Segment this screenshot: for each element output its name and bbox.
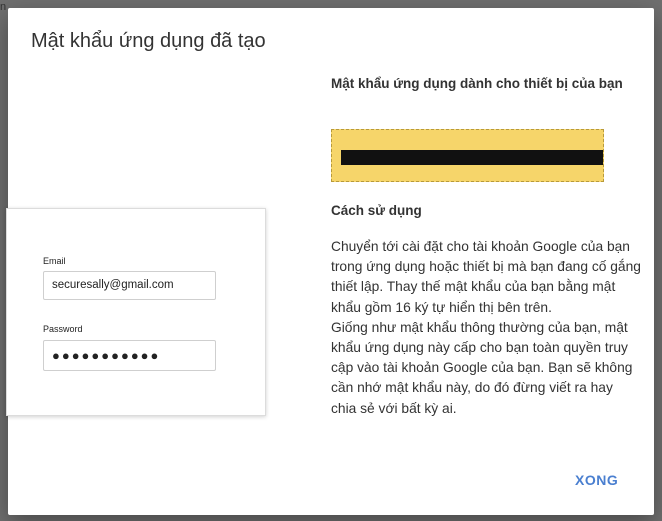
done-button[interactable]: XONG [569,468,624,492]
password-field: ●●●●●●●●●●● [43,340,216,371]
device-password-heading: Mật khẩu ứng dụng dành cho thiết bị của … [331,76,623,91]
email-field: securesally@gmail.com [43,271,216,300]
instructions-paragraph-2: Giống như mật khẩu thông thường của bạn,… [331,319,633,416]
device-password-section: Mật khẩu ứng dụng dành cho thiết bị của … [331,74,631,94]
instructions-paragraph-1: Chuyển tới cài đặt cho tài khoản Google … [331,239,641,315]
login-illustration-card: Email securesally@gmail.com Password ●●●… [6,208,266,416]
password-redaction-bar [341,150,603,165]
email-label: Email [43,256,66,266]
instructions-text: Chuyển tới cài đặt cho tài khoản Google … [331,237,641,419]
generated-password-box[interactable] [331,129,604,182]
password-label: Password [43,324,83,334]
app-password-dialog: Mật khẩu ứng dụng đã tạo Email securesal… [6,8,654,515]
dialog-title: Mật khẩu ứng dụng đã tạo [31,30,266,52]
how-to-use-heading: Cách sử dụng [331,203,422,218]
